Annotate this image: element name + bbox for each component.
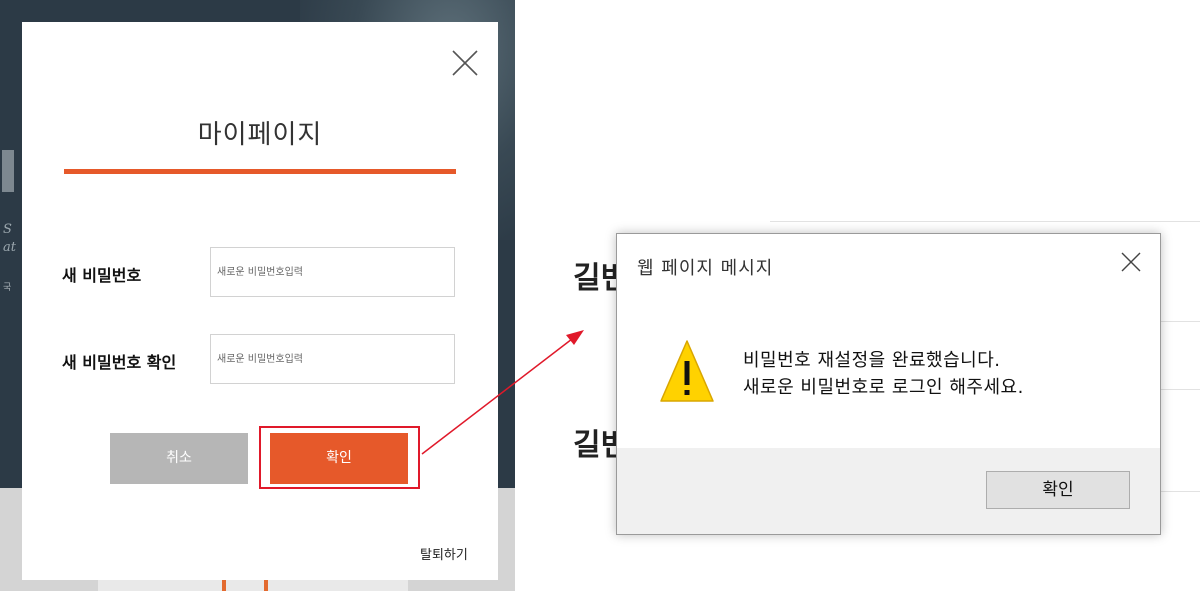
- dialog-title: 웹 페이지 메시지: [637, 258, 774, 279]
- close-icon: [1121, 252, 1141, 272]
- modal-close-button[interactable]: [450, 48, 480, 78]
- cancel-button[interactable]: 취소: [110, 433, 248, 484]
- backdrop-decoration: at: [3, 240, 16, 255]
- confirm-password-label: 새 비밀번호 확인: [62, 353, 177, 372]
- background-divider: [770, 221, 1200, 222]
- web-page-message-dialog: 웹 페이지 메시지 비밀번호 재설정을 완료했습니다. 새로운 비밀번호로 로그…: [616, 233, 1161, 535]
- warning-icon: [660, 340, 714, 402]
- backdrop-decoration: 국: [3, 283, 12, 293]
- backdrop-decoration: [2, 150, 14, 192]
- dialog-ok-button[interactable]: 확인: [986, 471, 1130, 509]
- dialog-message-line: 비밀번호 재설정을 완료했습니다.: [743, 350, 1001, 371]
- background-divider: [1160, 491, 1200, 492]
- modal-title: 마이페이지: [197, 120, 323, 150]
- withdraw-link[interactable]: 탈퇴하기: [420, 544, 468, 563]
- dialog-message-line: 새로운 비밀번호로 로그인 해주세요.: [743, 377, 1024, 398]
- background-divider: [1160, 321, 1200, 322]
- mypage-modal: 마이페이지 새 비밀번호 새 비밀번호 확인 취소 확인 탈퇴하기: [22, 22, 498, 580]
- new-password-label: 새 비밀번호: [62, 266, 142, 285]
- title-underline: [64, 169, 456, 174]
- background-divider: [1160, 389, 1200, 390]
- confirm-password-field[interactable]: [210, 334, 455, 384]
- highlight-box: [259, 426, 420, 489]
- dialog-close-button[interactable]: [1119, 250, 1143, 274]
- close-icon: [452, 50, 478, 76]
- backdrop-decoration: S: [3, 222, 12, 237]
- new-password-field[interactable]: [210, 247, 455, 297]
